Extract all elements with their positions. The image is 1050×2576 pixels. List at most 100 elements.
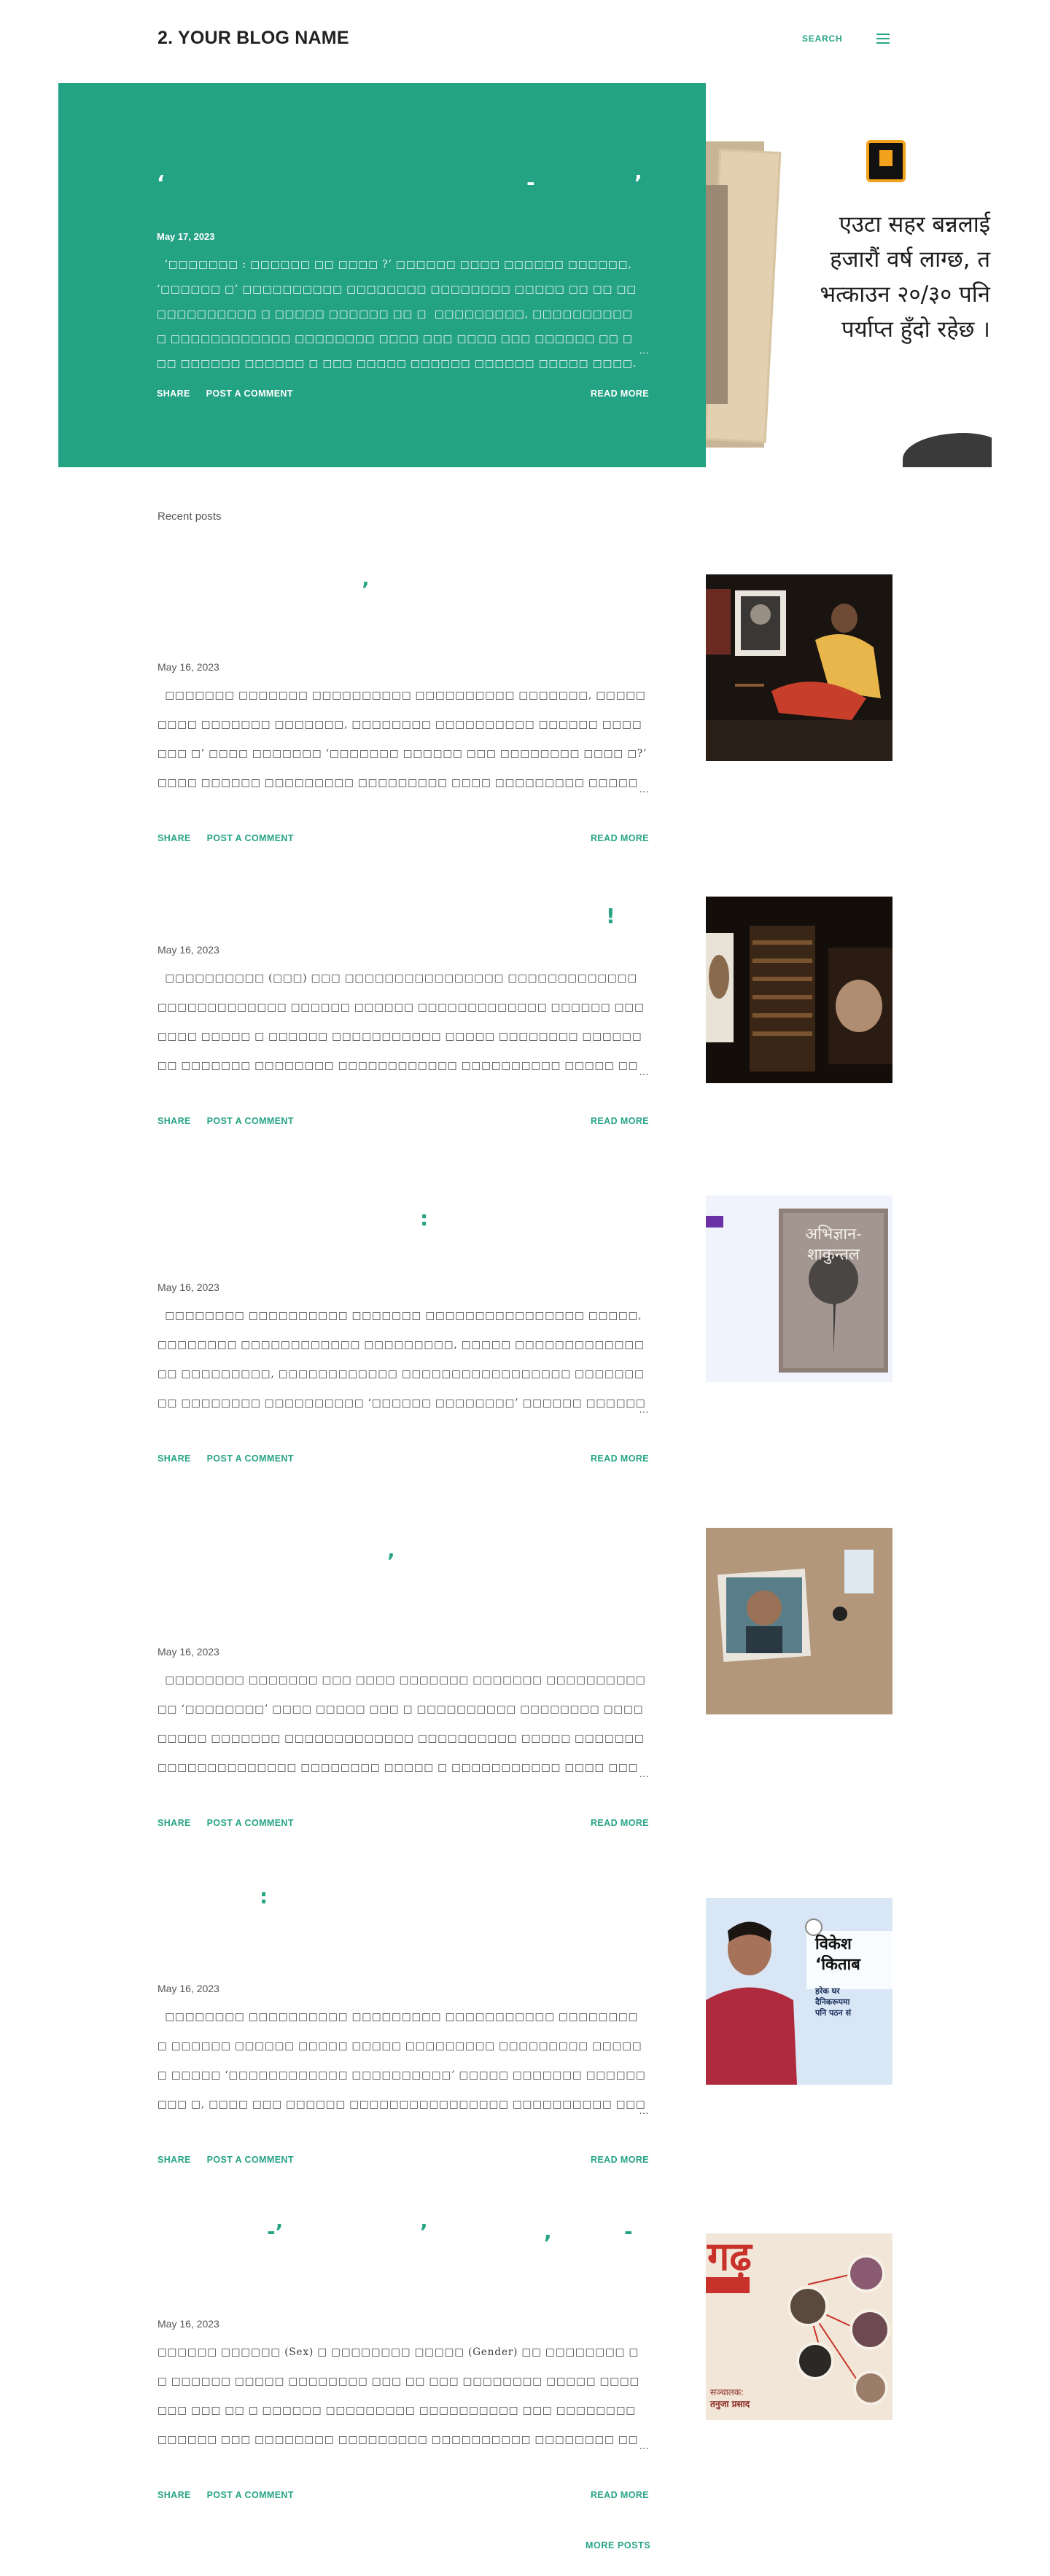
snippet-ellipsis: … [639,2104,649,2116]
share-button[interactable]: SHARE [158,2155,191,2165]
share-button[interactable]: SHARE [158,1818,191,1828]
read-more-link[interactable]: READ MORE [591,1818,649,1828]
share-button[interactable]: SHARE [158,833,191,843]
thumb-text-line: विकेश [815,1935,852,1954]
post-snippet: □□□□□□ □□□□□□ (Sex) □ □□□□□□□□ □□□□□ (Ge… [158,2346,640,2446]
post-actions: SHARE POST A COMMENT [158,833,307,843]
post-snippet: □□□□□□□□ □□□□□□□□□□ □□□□□□□□□ □□□□□□□□□□… [158,2011,646,2110]
title-mark: ! [606,904,615,928]
share-button[interactable]: SHARE [157,389,190,399]
post-snippet: □□□□□□□□ □□□□□□□ □□□ □□□□ □□□□□□□ □□□□□□… [158,1674,646,1773]
post-date: May 16, 2023 [158,944,219,956]
post-comment-button[interactable]: POST A COMMENT [207,833,294,843]
image-text-line: भत्काउन २०/३० पनि [820,281,990,308]
snippet-ellipsis: … [639,1768,649,1779]
featured-post-image[interactable]: एउटा सहर बन्नलाई हजारौं वर्ष लाग्छ, त भत… [706,83,992,467]
post-title[interactable]: : [158,1884,653,1913]
thumb-caption: सञ्चालक: तनुजा प्रसाद [710,2386,750,2410]
title-mark: ’ [420,2220,428,2244]
title-mark: , [544,2220,552,2244]
post-title[interactable]: : [158,1206,653,1236]
snippet-ellipsis: … [639,783,649,795]
post-title[interactable]: -’ ’ , - [158,2220,653,2249]
post-date: May 16, 2023 [158,1646,219,1658]
post-snippet: □□□□□□□ □□□□□□□ □□□□□□□□□□ □□□□□□□□□□ □□… [158,690,648,789]
book-title-line: शाकुन्तल [807,1246,860,1264]
search-link[interactable]: SEARCH [802,34,842,44]
share-button[interactable]: SHARE [158,1453,191,1464]
book-title-line: अभिज्ञान- [805,1225,862,1244]
thumb-text-line: ‘किताब [815,1956,860,1974]
thumb-text-line: सञ्चालक: [710,2387,744,2397]
post-comment-button[interactable]: POST A COMMENT [207,1453,294,1464]
post-date: May 16, 2023 [158,1281,219,1293]
rubble-image [903,433,992,467]
title-mark: - [624,2220,633,2244]
photo-frame [706,185,728,404]
read-more-link[interactable]: READ MORE [591,1116,649,1126]
featured-post: ‘ - ’ May 17, 2023 ‘□□□□□□□ : □□□□□□ □□ … [58,83,706,467]
post-title[interactable]: ! [158,904,653,933]
post-comment-button[interactable]: POST A COMMENT [207,1818,294,1828]
post-comment-button[interactable]: POST A COMMENT [206,389,293,399]
post-comment-button[interactable]: POST A COMMENT [207,2155,294,2165]
title-mark: ’ [362,577,370,601]
post-snippet: □□□□□□□□□□ (□□□) □□□ □□□□□□□□□□□□□□□□ □□… [158,972,645,1072]
featured-post-date: May 17, 2023 [157,231,215,242]
post-comment-button[interactable]: POST A COMMENT [207,2490,294,2500]
read-more-link[interactable]: READ MORE [591,1453,649,1464]
read-more-link[interactable]: READ MORE [591,389,649,399]
image-text-line: हजारौं वर्ष लाग्छ, त [830,246,990,273]
title-mark: ’ [387,1549,395,1573]
post-date: May 16, 2023 [158,1983,219,1994]
snippet-ellipsis: … [639,1403,649,1415]
thumb-text-line: हरेक घर [815,1986,840,1996]
post-actions: SHARE POST A COMMENT [158,1818,307,1828]
thumb-text-line: पनि पठन सं [815,2008,852,2018]
recent-posts-heading: Recent posts [158,510,222,523]
read-more-link[interactable]: READ MORE [591,2490,649,2500]
book-cover-title: अभिज्ञान- शाकुन्तल [786,1225,881,1265]
read-more-link[interactable]: READ MORE [591,2155,649,2165]
featured-post-title[interactable]: ‘ - ’ [157,171,696,200]
thumb-title: गढ़ [707,2233,752,2279]
title-mark: -’ [267,2220,284,2244]
post-thumbnail[interactable]: विकेश ‘किताब हरेक घर दैनिकरूपमा पनि पठन … [706,1898,892,2085]
post-actions: SHARE POST A COMMENT [158,1116,307,1126]
thumbnail-caption: विकेश ‘किताब हरेक घर दैनिकरूपमा पनि पठन … [815,1935,892,2018]
post-thumbnail[interactable] [706,574,892,761]
post-actions: SHARE POST A COMMENT [158,1453,307,1464]
read-more-link[interactable]: READ MORE [591,833,649,843]
title-mark: : [420,1206,429,1230]
post-title[interactable]: ’ [158,1549,653,1578]
snippet-ellipsis: … [639,2440,649,2451]
post-thumbnail[interactable]: गढ़ सञ्चालक: तनुजा प्रसाद [706,2233,892,2420]
post-snippet: □□□□□□□□ □□□□□□□□□□ □□□□□□□ □□□□□□□□□□□□… [158,1310,646,1409]
post-date: May 16, 2023 [158,2318,219,2330]
post-thumbnail[interactable]: अभिज्ञान- शाकुन्तल [706,1195,892,1382]
post-title[interactable]: ’ [158,577,653,606]
thumb-text-line: दैनिकरूपमा [815,1997,850,2007]
title-mark: - [526,171,535,195]
post-thumbnail[interactable] [706,897,892,1083]
title-mark: ’ [634,171,642,195]
post-actions: SHARE POST A COMMENT [158,2155,307,2165]
share-button[interactable]: SHARE [158,1116,191,1126]
blog-header: 2. YOUR BLOG NAME SEARCH [0,0,1050,80]
post-date: May 16, 2023 [158,661,219,673]
blog-title[interactable]: 2. YOUR BLOG NAME [158,28,349,49]
speech-bubble-logo-icon [866,140,906,182]
featured-post-actions: SHARE POST A COMMENT [157,389,306,399]
more-posts-link[interactable]: MORE POSTS [586,2540,650,2550]
title-mark: : [260,1884,268,1908]
post-comment-button[interactable]: POST A COMMENT [207,1116,294,1126]
thumb-text-line: तनुजा प्रसाद [710,2399,750,2409]
snippet-ellipsis: … [639,344,649,356]
post-actions: SHARE POST A COMMENT [158,2490,307,2500]
featured-post-snippet: ‘□□□□□□□ : □□□□□□ □□ □□□□ ?’ □□□□□□ □□□□… [157,259,637,370]
title-mark: ‘ [157,171,165,195]
share-button[interactable]: SHARE [158,2490,191,2500]
hamburger-menu-icon[interactable] [876,34,890,44]
featured-image-text: एउटा सहर बन्नलाई हजारौं वर्ष लाग्छ, त भत… [771,207,990,347]
post-thumbnail[interactable] [706,1528,892,1714]
